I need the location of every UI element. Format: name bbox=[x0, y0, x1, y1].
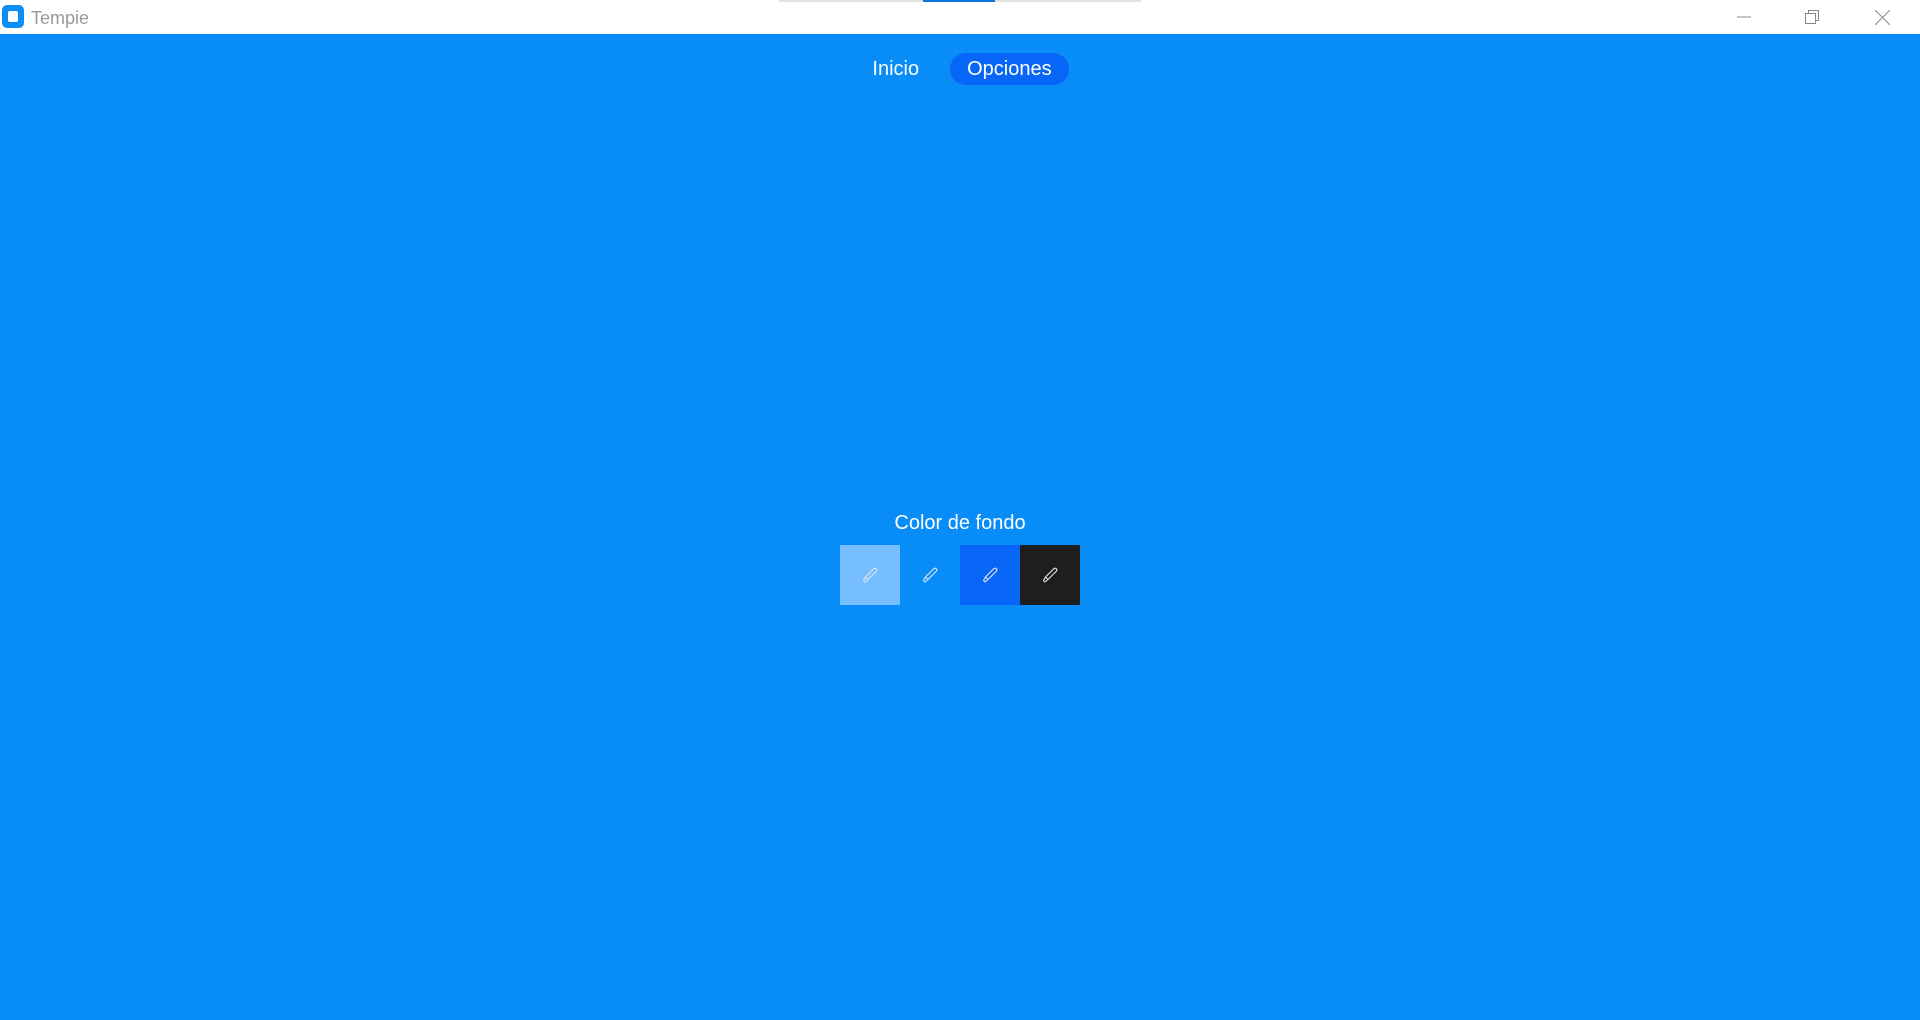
swatch-blue[interactable] bbox=[900, 545, 960, 605]
brush-icon bbox=[862, 567, 878, 583]
swatch-dark-blue[interactable] bbox=[960, 545, 1020, 605]
brush-icon bbox=[1042, 567, 1058, 583]
restore-icon bbox=[1805, 10, 1819, 24]
swatch-black[interactable] bbox=[1020, 545, 1080, 605]
brush-icon bbox=[982, 567, 998, 583]
minimize-button[interactable] bbox=[1714, 0, 1774, 34]
loading-bar bbox=[779, 0, 1141, 2]
close-button[interactable] bbox=[1852, 0, 1912, 34]
title-bar: Tempie bbox=[0, 0, 1920, 34]
app-logo-icon bbox=[2, 5, 24, 28]
background-color-swatches bbox=[840, 545, 1080, 605]
background-color-title: Color de fondo bbox=[894, 512, 1026, 534]
close-icon bbox=[1874, 9, 1890, 25]
nav-opciones[interactable]: Opciones bbox=[950, 53, 1069, 85]
minimize-icon bbox=[1737, 16, 1751, 18]
brush-icon bbox=[922, 567, 938, 583]
main-nav: Inicio Opciones bbox=[0, 53, 1920, 85]
app-title: Tempie bbox=[31, 8, 90, 28]
restore-button[interactable] bbox=[1782, 0, 1842, 34]
loading-bar-fill bbox=[923, 0, 995, 2]
nav-inicio[interactable]: Inicio bbox=[855, 53, 936, 85]
swatch-light-blue[interactable] bbox=[840, 545, 900, 605]
